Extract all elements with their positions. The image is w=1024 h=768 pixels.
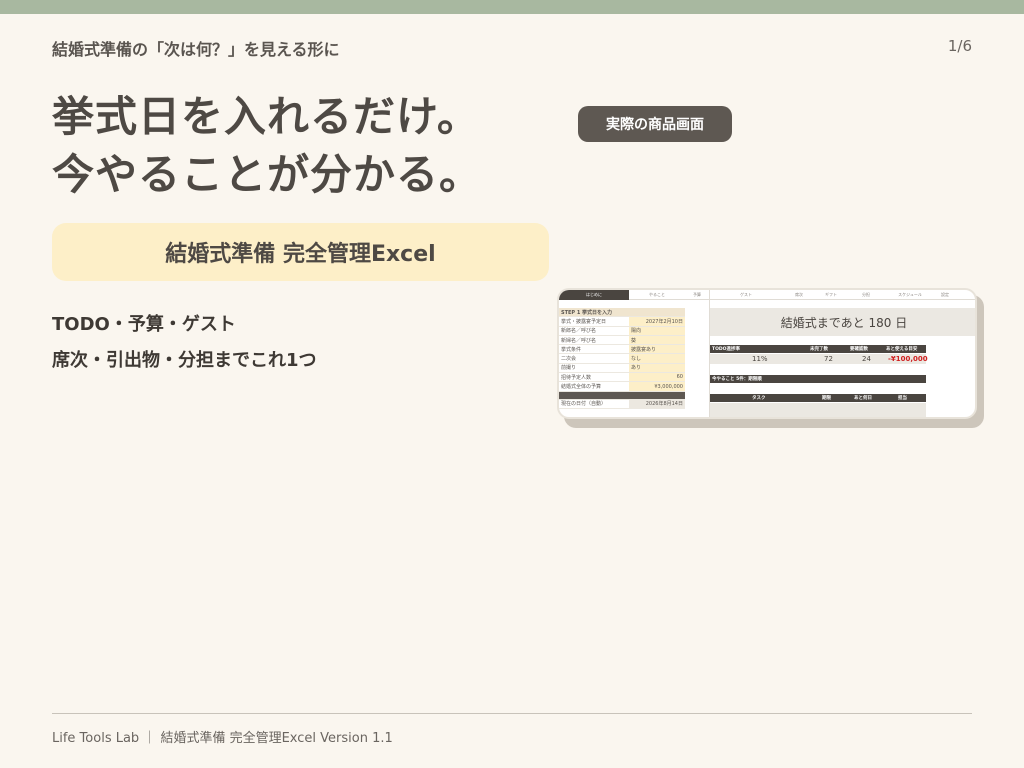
sheet-tab-todo: やること <box>649 292 665 297</box>
sheet-tabs: はじめに やること 予算 ゲスト 席次 ギフト 分担 スケジュール 設定 <box>559 290 975 300</box>
summary-value: 72 <box>824 355 833 363</box>
input-value: 披露宴あり <box>629 345 685 354</box>
headline-line-1: 挙式日を入れるだけ。 <box>52 92 480 141</box>
input-label: 前撮り <box>561 365 577 372</box>
footer-divider <box>52 713 972 714</box>
step-label: STEP 1 挙式日を入力 <box>561 309 613 316</box>
today-value: 2026年8月14日 <box>629 399 685 408</box>
input-value: 陽向 <box>629 326 685 335</box>
todo-header: 期限 <box>822 396 831 401</box>
product-name-banner: 結婚式準備 完全管理Excel <box>52 223 549 281</box>
page-number: 1/6 <box>947 37 972 55</box>
summary-value-negative: -¥100,000 <box>888 355 928 363</box>
input-row: 招待予定人数 60 <box>559 373 685 383</box>
input-row: 挙式条件 披露宴あり <box>559 345 685 355</box>
input-pane: STEP 1 挙式日を入力 挙式・披露宴予定日 2027年2月10日 新郎名／呼び… <box>559 308 685 409</box>
todo-empty-row <box>710 403 926 417</box>
todo-header: あと何日 <box>854 396 872 401</box>
slide-subtitle: 結婚式準備の「次は何？」を見える形に <box>52 40 340 59</box>
input-row: 挙式・披露宴予定日 2027年2月10日 <box>559 317 685 327</box>
sheet-tab-budget: 予算 <box>693 292 701 297</box>
input-value: 60 <box>629 373 685 382</box>
input-label: 新郎名／呼び名 <box>561 328 597 335</box>
today-label: 現在の日付（自動） <box>561 401 607 408</box>
todo-header-row: タスク 期限 あと何日 担当 <box>710 394 926 402</box>
input-label: 挙式・披露宴予定日 <box>561 318 607 325</box>
input-label: 二次会 <box>561 356 577 363</box>
footer-text: Life Tools Lab ｜ 結婚式準備 完全管理Excel Version… <box>52 731 393 746</box>
sheet-tab-guest: ゲスト <box>740 292 752 297</box>
sheet-tab-seating: 席次 <box>795 292 803 297</box>
sheet-tab-roles: 分担 <box>862 292 870 297</box>
product-screen-badge: 実際の商品画面 <box>578 106 732 142</box>
input-label: 結婚式全体の予算 <box>561 384 602 391</box>
input-row: 結婚式全体の予算 ¥3,000,000 <box>559 382 685 392</box>
input-row: 新婦名／呼び名 葵 <box>559 335 685 346</box>
todo-section-label: 今やること 5件：期限順 <box>712 377 762 382</box>
input-value: 2027年2月10日 <box>629 317 685 326</box>
divider-row <box>559 391 685 400</box>
summary-header: 要確認数 <box>850 347 868 352</box>
summary-header-row: TODO進捗率 未完了数 要確認数 あと使える目安 <box>710 345 926 353</box>
summary-value-row: 11% 72 24 -¥100,000 <box>710 354 928 364</box>
summary-header: TODO進捗率 <box>712 347 740 352</box>
input-value: あり <box>629 363 685 373</box>
summary-value: 24 <box>862 355 871 363</box>
today-row: 現在の日付（自動） 2026年8月14日 <box>559 399 685 409</box>
summary-header: 未完了数 <box>810 347 828 352</box>
feature-line-1: TODO・予算・ゲスト <box>52 314 236 335</box>
input-row: 二次会 なし <box>559 354 685 364</box>
todo-header: タスク <box>752 396 766 401</box>
input-value: なし <box>629 354 685 363</box>
sheet-tab-start: はじめに <box>559 290 629 300</box>
countdown-banner: 結婚式まであと 180 日 <box>710 308 975 336</box>
sheet-tab-gift: ギフト <box>825 292 837 297</box>
input-row: 新郎名／呼び名 陽向 <box>559 326 685 336</box>
step-row: STEP 1 挙式日を入力 <box>559 308 685 318</box>
product-screenshot: はじめに やること 予算 ゲスト 席次 ギフト 分担 スケジュール 設定 STE… <box>557 288 977 419</box>
headline-line-2: 今やることが分かる。 <box>52 150 483 199</box>
summary-header: あと使える目安 <box>886 347 918 352</box>
sheet-tab-schedule: スケジュール <box>898 292 922 297</box>
input-value: ¥3,000,000 <box>629 382 685 391</box>
input-label: 招待予定人数 <box>561 374 592 381</box>
top-accent-bar <box>0 0 1024 14</box>
sheet-tab-settings: 設定 <box>941 292 949 297</box>
input-row: 前撮り あり <box>559 363 685 374</box>
summary-value: 11% <box>752 355 768 363</box>
input-value: 葵 <box>629 335 685 345</box>
todo-header: 担当 <box>898 396 907 401</box>
input-label: 新婦名／呼び名 <box>561 337 597 344</box>
headline: 挙式日を入れるだけ。 今やることが分かる。 <box>52 88 482 204</box>
feature-line-2: 席次・引出物・分担までこれ1つ <box>52 350 317 371</box>
todo-section-header: 今やること 5件：期限順 <box>710 375 926 383</box>
input-label: 挙式条件 <box>561 346 582 353</box>
